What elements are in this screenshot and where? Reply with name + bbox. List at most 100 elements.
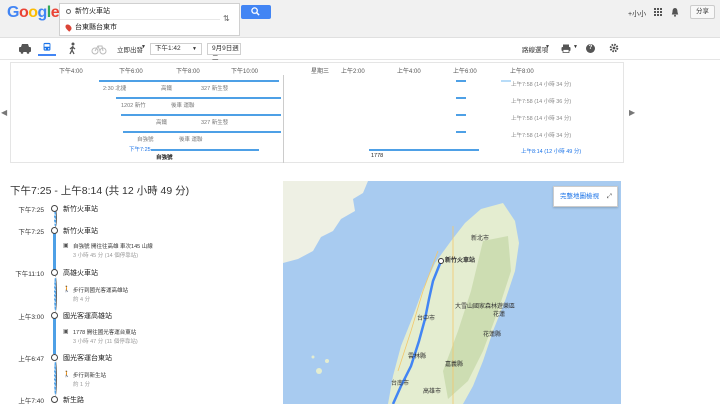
arrival-time: 上午7:58 (14 小時 34 分): [511, 82, 572, 88]
chevron-down-icon: ▼: [192, 46, 197, 52]
logo-letter: g: [37, 4, 48, 21]
route-bar: [456, 114, 466, 116]
route-map[interactable]: 新北市 新竹火車站 台中市 大雪山國家森林遊樂區 花蓮縣 雲林縣 嘉義縣 台南市…: [283, 181, 621, 404]
stop-node: [51, 269, 58, 276]
route-label: 高鐵: [156, 120, 168, 126]
bell-icon[interactable]: [671, 7, 679, 17]
car-icon[interactable]: [16, 42, 34, 56]
map-label: 花蓮: [493, 312, 506, 318]
tick-label: 下午6:00: [119, 69, 143, 75]
print-icon[interactable]: [561, 44, 571, 53]
route-bar: [456, 97, 466, 99]
swap-icon[interactable]: ⇅: [223, 14, 230, 23]
destination-pin-icon: [64, 23, 73, 32]
tick-label: 下午4:00: [59, 69, 83, 75]
walk-connector: [54, 360, 57, 396]
full-map-view-button[interactable]: 完整地圖檢視 ⤢: [553, 186, 618, 207]
directions-searchbox: 新竹火車站 台東縣台東市 ⇅: [59, 3, 240, 36]
map-label: 大雪山國家森林遊樂區: [455, 304, 516, 310]
stop-node: [51, 312, 58, 319]
route-label: 後車 運聯: [179, 137, 203, 143]
time-select[interactable]: 下午1:42 ▼: [150, 43, 202, 55]
route-label: 327 新生發: [201, 86, 229, 92]
route-bar: [501, 80, 511, 82]
route-label: 高鐵: [161, 86, 173, 92]
transit-duration: 3 小時 45 分 (14 個停靠站): [73, 253, 139, 259]
route-bar: [123, 131, 281, 133]
tick-label: 上午6:00: [453, 69, 477, 75]
route-bar: [456, 80, 466, 82]
header-bar: Google 新竹火車站 台東縣台東市 ⇅ +小小 分享: [0, 0, 720, 38]
walk-detail[interactable]: 步行到新生站: [73, 371, 106, 379]
route-label: 2:30 北捷: [103, 86, 127, 92]
station-name[interactable]: 新生路: [63, 395, 84, 404]
scroll-left-icon[interactable]: ◀: [1, 108, 7, 117]
chevron-down-icon: ▼: [545, 44, 550, 50]
depart-mode-dropdown[interactable]: 立即出發: [117, 44, 143, 54]
schedule-timeline: 下午4:00 下午6:00 下午8:00 下午10:00 星期三 上午2:00 …: [10, 62, 624, 163]
arrival-time: 上午7:58 (14 小時 34 分): [511, 133, 572, 139]
logo-letter: e: [50, 4, 60, 21]
tick-label: 上午4:00: [397, 69, 421, 75]
transit-segment: [53, 318, 56, 354]
transit-duration: 3 小時 47 分 (11 個停靠站): [73, 339, 138, 345]
google-logo[interactable]: Google: [7, 4, 60, 22]
logo-letter: o: [18, 4, 29, 21]
map-label: 嘉義縣: [445, 362, 464, 368]
station-name[interactable]: 新竹火車站: [63, 204, 98, 214]
search-icon: [251, 7, 260, 16]
station-name[interactable]: 新竹火車站: [63, 226, 98, 236]
map-label: 新竹火車站: [445, 258, 476, 264]
station-name[interactable]: 國光客運台東站: [63, 353, 112, 363]
route-label: 自強號: [137, 137, 154, 143]
expand-icon: ⤢: [606, 193, 612, 200]
route-bar: [121, 114, 281, 116]
gear-icon[interactable]: [609, 43, 619, 53]
route-bar: [456, 131, 466, 133]
bus-icon: ▣: [63, 329, 69, 335]
transit-detail[interactable]: 1778 開往國光客運台東站: [73, 328, 136, 336]
share-button[interactable]: 分享: [690, 5, 715, 19]
walk-detail[interactable]: 步行到國光客運高雄站: [73, 286, 128, 294]
tick-label: 上午2:00: [341, 69, 365, 75]
walk-icon: 🚶: [63, 372, 71, 378]
full-map-view-label: 完整地圖檢視: [560, 193, 599, 200]
route-label: 1202 新竹: [121, 103, 146, 109]
step-time: 上午3:00: [18, 314, 44, 321]
help-icon[interactable]: ?: [586, 44, 595, 53]
step-time: 下午7:25: [18, 207, 44, 214]
destination-field[interactable]: 台東縣台東市: [60, 20, 220, 36]
app-window: Google 新竹火車站 台東縣台東市 ⇅ +小小 分享 立即出發 ▼ 下午1:…: [0, 0, 720, 404]
origin-field[interactable]: 新竹火車站: [60, 4, 220, 20]
chevron-down-icon: ▼: [141, 44, 146, 50]
tick-label: 下午10:00: [231, 69, 259, 75]
midnight-divider: [283, 75, 284, 163]
chevron-down-icon: ▼: [573, 44, 578, 50]
map-label: 花蓮縣: [483, 332, 502, 338]
walk-icon[interactable]: [64, 42, 82, 56]
scroll-right-icon[interactable]: ▶: [629, 108, 635, 117]
station-name[interactable]: 高雄火車站: [63, 268, 98, 278]
map-label: 雲林縣: [408, 354, 427, 360]
stop-node: [51, 205, 58, 212]
tick-label: 星期三: [311, 69, 330, 75]
tick-label: 上午8:00: [510, 69, 534, 75]
walk-duration: 約 1 分: [73, 382, 91, 388]
apps-grid-icon[interactable]: [654, 8, 662, 16]
departure-time: 下午7:25: [129, 147, 151, 153]
arrival-time: 上午7:58 (14 小時 34 分): [511, 116, 572, 122]
transit-segment: [53, 232, 56, 270]
route-label: 1778: [371, 153, 384, 159]
arrival-time: 上午8:14 (12 小時 49 分): [521, 149, 582, 155]
date-input[interactable]: 9月9日週二: [207, 43, 241, 62]
route-bar: [151, 149, 259, 151]
arrival-time: 上午7:58 (14 小時 36 分): [511, 99, 572, 105]
map-canvas: [283, 181, 519, 404]
station-name[interactable]: 國光客運高雄站: [63, 311, 112, 321]
walk-duration: 約 4 分: [73, 297, 91, 303]
user-name[interactable]: +小小: [628, 9, 646, 19]
search-button[interactable]: [241, 5, 271, 19]
transit-detail[interactable]: 自強號 開往往高雄 車次145 山線: [73, 242, 153, 250]
bike-icon[interactable]: [90, 42, 108, 56]
transit-icon[interactable]: [38, 42, 56, 56]
